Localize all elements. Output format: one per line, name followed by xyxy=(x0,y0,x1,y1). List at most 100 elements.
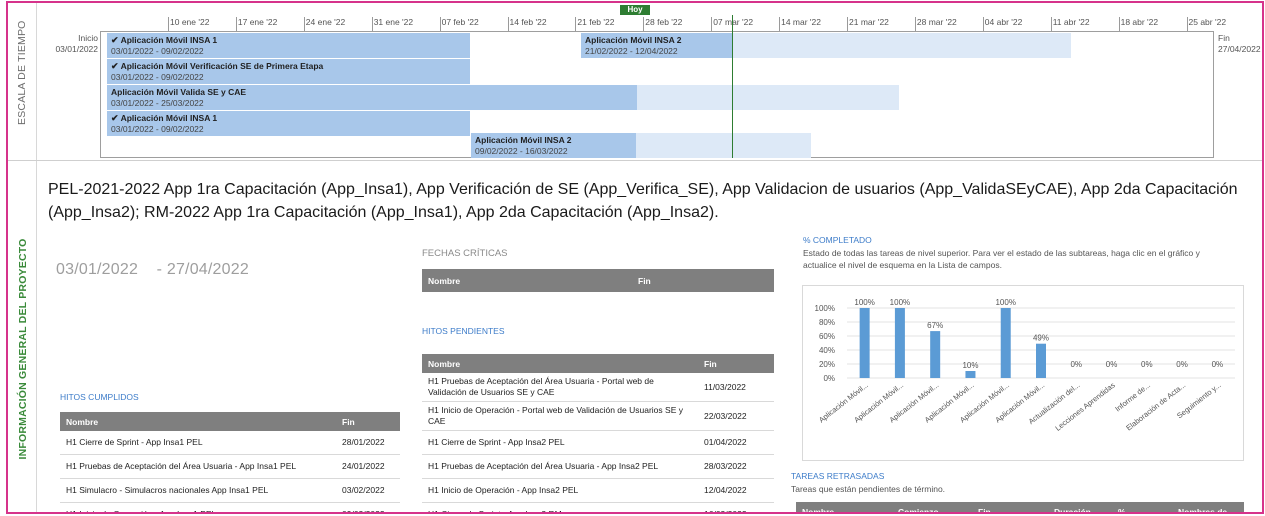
table-row[interactable]: H1 Pruebas de Aceptación del Área Usuari… xyxy=(422,373,774,402)
milestone-date: 28/03/2022 xyxy=(698,454,774,479)
table-row[interactable]: H1 Inicio de Operación - App Insa2 PEL 1… xyxy=(422,478,774,503)
completed-milestones-title: HITOS CUMPLIDOS xyxy=(60,392,139,402)
chart-bar[interactable] xyxy=(1000,308,1011,378)
y-tick-label: 80% xyxy=(819,318,835,327)
percent-complete-chart[interactable]: 0% 20% 40% 60% 80% 100% 100% Aplicación Móvil..… xyxy=(802,285,1244,461)
milestone-date: 03/02/2022 xyxy=(336,478,400,503)
today-marker xyxy=(732,15,733,158)
timescale-tick: 28 feb '22 xyxy=(643,17,682,31)
column-header: Fin xyxy=(698,354,774,373)
data-label: 0% xyxy=(1070,360,1082,369)
late-tasks-description: Tareas que están pendientes de término. xyxy=(791,484,946,494)
data-label: 0% xyxy=(1106,360,1118,369)
bar-dates: 21/02/2022 - 12/04/2022 xyxy=(585,46,678,56)
milestone-name: H1 Simulacro - Simulacros nacionales App… xyxy=(60,478,336,503)
timescale-tick: 24 ene '22 xyxy=(303,17,345,31)
timescale-tick: 07 feb '22 xyxy=(439,17,479,31)
milestone-name: H1 Cierre de Sprint - App Insa1 PEL xyxy=(60,431,336,455)
bar-title: Aplicación Móvil INSA 1 xyxy=(120,113,218,123)
data-label: 10% xyxy=(962,361,978,370)
milestone-name: H1 Inicio de Operación - Portal web de V… xyxy=(422,401,698,431)
milestone-date: 12/04/2022 xyxy=(698,478,774,503)
timescale-tick: 11 abr '22 xyxy=(1050,17,1090,31)
chart-svg: 0%20%40%60%80%100%100%Aplicación Móvil..… xyxy=(815,298,1235,433)
timeline-bar[interactable]: Aplicación Móvil Valida SE y CAE 03/01/2… xyxy=(107,85,899,110)
project-end-date: 27/04/2022 xyxy=(166,261,249,278)
critical-dates-table: Nombre Fin xyxy=(422,269,774,292)
timeline-end: Fin 27/04/2022 xyxy=(1218,33,1262,55)
pending-milestones-title: HITOS PENDIENTES xyxy=(422,326,505,336)
milestone-name: H1 Inicio de Operación - App Insa2 PEL xyxy=(422,478,698,503)
chart-bar[interactable] xyxy=(965,371,976,378)
column-header: Nombre xyxy=(422,269,632,292)
late-tasks-table: Nombre Comienzo Fin Duración % Nombres d… xyxy=(796,502,1244,512)
table-row[interactable]: H1 Pruebas de Aceptación del Área Usuari… xyxy=(422,454,774,479)
timeline-bars-area[interactable]: ✔ Aplicación Móvil INSA 1 03/01/2022 - 0… xyxy=(100,31,1214,158)
column-header: Fin xyxy=(972,502,1048,512)
bar-dates: 03/01/2022 - 25/03/2022 xyxy=(111,98,204,108)
column-header: % xyxy=(1112,502,1172,512)
column-header: Duración xyxy=(1048,502,1112,512)
check-icon: ✔ xyxy=(111,35,119,45)
table-row[interactable]: H1 Cierre de Sprint - App Insa1 PEL 28/0… xyxy=(60,431,400,455)
critical-dates-title: FECHAS CRÍTICAS xyxy=(422,248,508,259)
timeline-bar[interactable]: ✔ Aplicación Móvil Verificación SE de Pr… xyxy=(107,59,470,84)
y-tick-label: 0% xyxy=(823,374,835,383)
late-tasks-title: TAREAS RETRASADAS xyxy=(791,471,885,481)
milestone-name: H1 Inicio de Operación - App Insa1 PEL xyxy=(60,502,336,512)
timescale-tick: 28 mar '22 xyxy=(914,17,957,31)
chart-bar[interactable] xyxy=(1036,343,1046,378)
milestone-date: 24/01/2022 xyxy=(336,454,400,479)
start-label: Inicio xyxy=(78,33,98,43)
chart-bar[interactable] xyxy=(859,308,870,378)
x-tick-label: Elaboración de Acta... xyxy=(1124,380,1187,432)
timescale-tick: 10 ene '22 xyxy=(168,17,209,31)
timeline-bar[interactable]: ✔ Aplicación Móvil INSA 1 03/01/2022 - 0… xyxy=(107,33,470,58)
bar-title: Aplicación Móvil INSA 1 xyxy=(120,35,218,45)
check-icon: ✔ xyxy=(111,113,119,123)
table-row[interactable]: H1 Cierre de Sprint - App Insa2 PEL 01/0… xyxy=(422,430,774,455)
table-row[interactable]: H1 Simulacro - Simulacros nacionales App… xyxy=(60,478,400,503)
timescale-tick: 21 feb '22 xyxy=(575,17,614,31)
project-start-date: 03/01/2022 xyxy=(56,261,139,278)
project-title: PEL-2021-2022 App 1ra Capacitación (App_… xyxy=(48,181,1238,221)
column-header: Fin xyxy=(632,269,774,292)
timeline-bar[interactable]: Aplicación Móvil INSA 2 09/02/2022 - 16/… xyxy=(471,133,811,158)
timeline-bar[interactable]: ✔ Aplicación Móvil INSA 1 03/01/2022 - 0… xyxy=(107,111,470,136)
data-label: 49% xyxy=(1033,334,1049,343)
column-header: Nombre xyxy=(422,354,698,373)
timeline-panel: ESCALA DE TIEMPO 10 ene '22 17 ene '22 24 … xyxy=(8,3,1262,161)
bar-title: Aplicación Móvil Verificación SE de Prim… xyxy=(120,61,324,71)
chart-bar[interactable] xyxy=(894,308,905,378)
pending-milestones-table: Nombre Fin H1 Pruebas de Aceptación del … xyxy=(422,354,774,512)
timescale-tick: 04 abr '22 xyxy=(982,17,1022,31)
table-row[interactable]: H1 Pruebas de Aceptación del Área Usuari… xyxy=(60,454,400,479)
column-header: Nombres de xyxy=(1172,502,1244,512)
start-date: 03/01/2022 xyxy=(55,44,98,54)
data-label: 0% xyxy=(1212,360,1224,369)
table-row[interactable]: H1 Inicio de Operación - Portal web de V… xyxy=(422,401,774,431)
project-overview: INFORMACIÓN GENERAL DEL PROYECTO PEL-202… xyxy=(8,161,1262,512)
timeline-start: Inicio 03/01/2022 xyxy=(48,33,98,55)
timescale: 10 ene '22 17 ene '22 24 ene '22 31 ene '22… xyxy=(102,3,1226,31)
table-row[interactable]: H1 Cierre de Sprint - App Insa2 RM 16/03… xyxy=(422,502,774,512)
timeline-bar[interactable]: Aplicación Móvil INSA 2 21/02/2022 - 12/… xyxy=(581,33,1071,58)
milestone-name: H1 Pruebas de Aceptación del Área Usuari… xyxy=(422,373,698,402)
percent-complete-title: % COMPLETADO xyxy=(803,235,872,245)
milestone-date: 16/03/2022 xyxy=(698,502,774,512)
data-label: 0% xyxy=(1141,360,1153,369)
table-header-row: Nombre Comienzo Fin Duración % Nombres d… xyxy=(796,502,1244,512)
milestone-date: 01/04/2022 xyxy=(698,430,774,455)
column-header: Comienzo xyxy=(892,502,972,512)
chart-bar[interactable] xyxy=(930,331,941,378)
completed-milestones-table: Nombre Fin H1 Cierre de Sprint - App Ins… xyxy=(60,412,400,512)
table-header-row: Nombre Fin xyxy=(422,269,774,292)
x-tick-label: Lecciones Aprendidas xyxy=(1053,380,1117,432)
percent-complete-description: Estado de todas las tareas de nivel supe… xyxy=(803,248,1200,270)
end-label: Fin xyxy=(1218,33,1230,43)
milestone-date: 09/02/2022 xyxy=(336,502,400,512)
y-tick-label: 100% xyxy=(815,304,835,313)
table-row[interactable]: H1 Inicio de Operación - App Insa1 PEL 0… xyxy=(60,502,400,512)
table-header-row: Nombre Fin xyxy=(60,412,400,431)
milestone-name: H1 Pruebas de Aceptación del Área Usuari… xyxy=(60,454,336,479)
